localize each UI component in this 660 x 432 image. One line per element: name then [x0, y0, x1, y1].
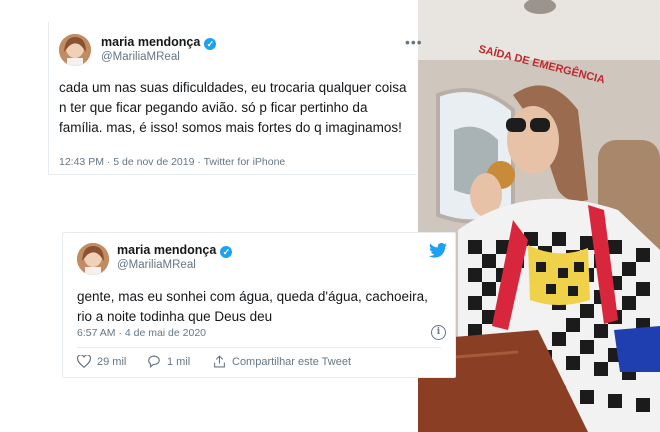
verified-badge-icon: ✓ — [220, 246, 233, 258]
twitter-bird-icon[interactable] — [429, 243, 447, 258]
like-count: 29 mil — [97, 355, 127, 368]
verified-badge-icon: ✓ — [204, 38, 217, 50]
display-name-text[interactable]: maria mendonça — [101, 35, 200, 49]
display-name[interactable]: maria mendonça ✓ — [117, 243, 233, 258]
tweet-text: cada um nas suas dificuldades, eu trocar… — [59, 80, 407, 135]
avatar-image — [59, 34, 91, 66]
tweet-text: gente, mas eu sonhei com água, queda d'á… — [77, 289, 428, 324]
reply-button[interactable]: 1 mil — [147, 355, 190, 368]
share-label: Compartilhar este Tweet — [232, 355, 352, 368]
display-name-text[interactable]: maria mendonça — [117, 243, 216, 257]
tweet-card-2019[interactable]: maria mendonça ✓ @MariliaMReal ••• cada u… — [48, 22, 422, 175]
reply-icon — [148, 355, 160, 368]
info-icon[interactable]: i — [431, 325, 446, 340]
display-name[interactable]: maria mendonça ✓ — [101, 35, 217, 50]
avatar-image — [77, 243, 109, 275]
avatar[interactable] — [77, 243, 109, 275]
tweet-card-2020[interactable]: maria mendonça ✓ @MariliaMReal gente, mas… — [62, 232, 456, 378]
avatar[interactable] — [59, 34, 91, 66]
share-icon — [214, 355, 225, 368]
share-button[interactable]: Compartilhar este Tweet — [213, 355, 351, 368]
tweet-timestamp[interactable]: 12:43 PM · 5 de nov de 2019 · Twitter fo… — [59, 156, 285, 168]
handle[interactable]: @MariliaMReal — [117, 259, 196, 271]
reply-count: 1 mil — [167, 355, 191, 368]
heart-icon — [77, 355, 91, 368]
divider — [77, 347, 441, 348]
more-horizontal-icon[interactable]: ••• — [405, 34, 423, 50]
tweet-timestamp[interactable]: 6:57 AM · 4 de mai de 2020 — [77, 327, 206, 339]
handle[interactable]: @MariliaMReal — [101, 51, 180, 63]
like-button[interactable]: 29 mil — [77, 355, 126, 368]
